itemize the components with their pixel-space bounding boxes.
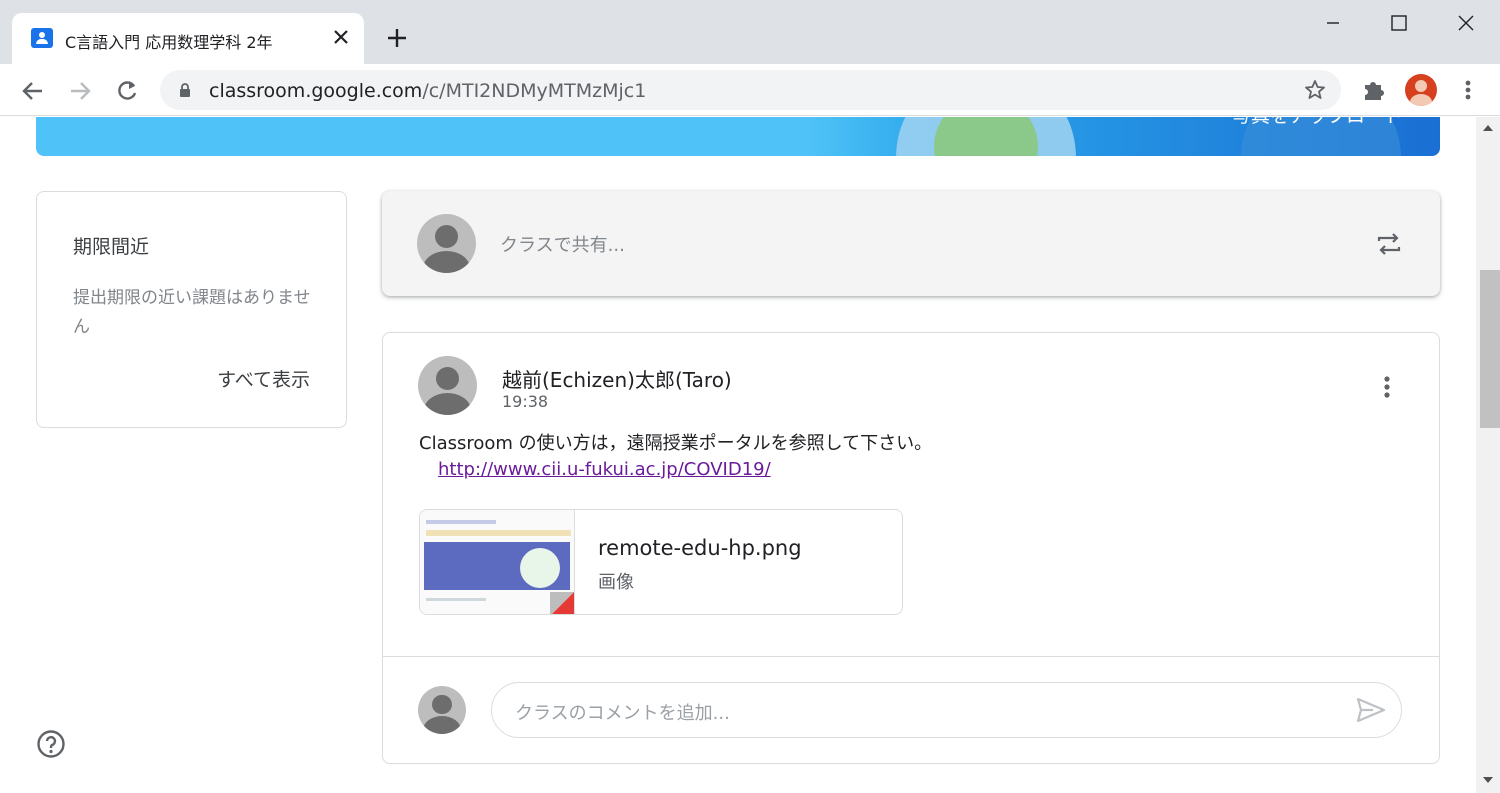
back-arrow-icon[interactable] [19,77,47,105]
lock-icon[interactable] [177,82,193,98]
share-with-class-box[interactable]: クラスで共有... [382,191,1440,296]
view-all-link[interactable]: すべて表示 [217,365,310,392]
new-tab-plus-icon[interactable] [384,25,410,51]
post-divider [383,656,1439,657]
profile-avatar[interactable] [1405,74,1437,106]
share-placeholder[interactable]: クラスで共有... [500,231,625,257]
reload-icon[interactable] [113,77,141,105]
commenter-avatar [418,686,466,734]
post-author: 越前(Echizen)太郎(Taro) [502,368,732,392]
classroom-icon [31,28,53,48]
class-banner: 写真をアップロード [36,117,1440,156]
comment-input[interactable]: クラスのコメントを追加... [491,682,1402,738]
post-link[interactable]: http://www.cii.u-fukui.ac.jp/COVID19/ [438,459,771,480]
post-body: Classroom の使い方は，遠隔授業ポータルを参照して下さい。 [419,433,933,454]
upcoming-title: 期限間近 [73,236,150,258]
image-file-icon [550,592,574,614]
tab-close-icon[interactable] [329,25,353,49]
bookmark-star-icon[interactable] [1303,78,1327,102]
send-icon[interactable] [1355,695,1387,725]
browser-toolbar: classroom.google.com/c/MTI2NDMyMTMzMjc1 [0,64,1500,116]
attachment-card[interactable]: remote-edu-hp.png 画像 [419,509,903,615]
author-avatar [418,356,477,415]
attachment-thumbnail [420,510,575,614]
url-text[interactable]: classroom.google.com/c/MTI2NDMyMTMzMjc1 [209,80,646,102]
repost-icon[interactable] [1374,229,1404,259]
scroll-down-icon[interactable] [1483,777,1493,783]
page-viewport: 写真をアップロード 期限間近 提出期限の近い課題はありません すべて表示 クラス… [0,117,1476,793]
window-close-icon[interactable] [1449,8,1483,38]
attachment-name: remote-edu-hp.png [598,536,802,560]
maximize-icon[interactable] [1382,8,1416,38]
scroll-up-icon[interactable] [1483,125,1493,131]
browser-menu-icon[interactable] [1457,76,1479,104]
post-time: 19:38 [502,392,549,411]
scroll-thumb[interactable] [1480,270,1500,428]
browser-titlebar: C言語入門 応用数理学科 2年 [0,0,1500,64]
upload-photo-link[interactable]: 写真をアップロード [1232,117,1403,128]
forward-arrow-icon[interactable] [66,77,94,105]
user-avatar [417,214,476,273]
browser-tab[interactable]: C言語入門 応用数理学科 2年 [12,13,364,64]
upcoming-card: 期限間近 提出期限の近い課題はありません すべて表示 [36,191,347,428]
minimize-icon[interactable] [1316,8,1350,38]
extensions-puzzle-icon[interactable] [1360,76,1388,104]
comment-placeholder[interactable]: クラスのコメントを追加... [515,699,730,725]
post-more-icon[interactable] [1375,371,1399,403]
help-icon[interactable] [36,729,66,759]
attachment-type: 画像 [598,572,634,593]
tab-title: C言語入門 応用数理学科 2年 [65,33,273,52]
address-bar[interactable]: classroom.google.com/c/MTI2NDMyMTMzMjc1 [160,70,1341,110]
stream-post: 越前(Echizen)太郎(Taro) 19:38 Classroom の使い方… [382,332,1440,764]
upcoming-empty-text: 提出期限の近い課題はありません [73,288,311,337]
page-scrollbar[interactable] [1476,117,1500,793]
